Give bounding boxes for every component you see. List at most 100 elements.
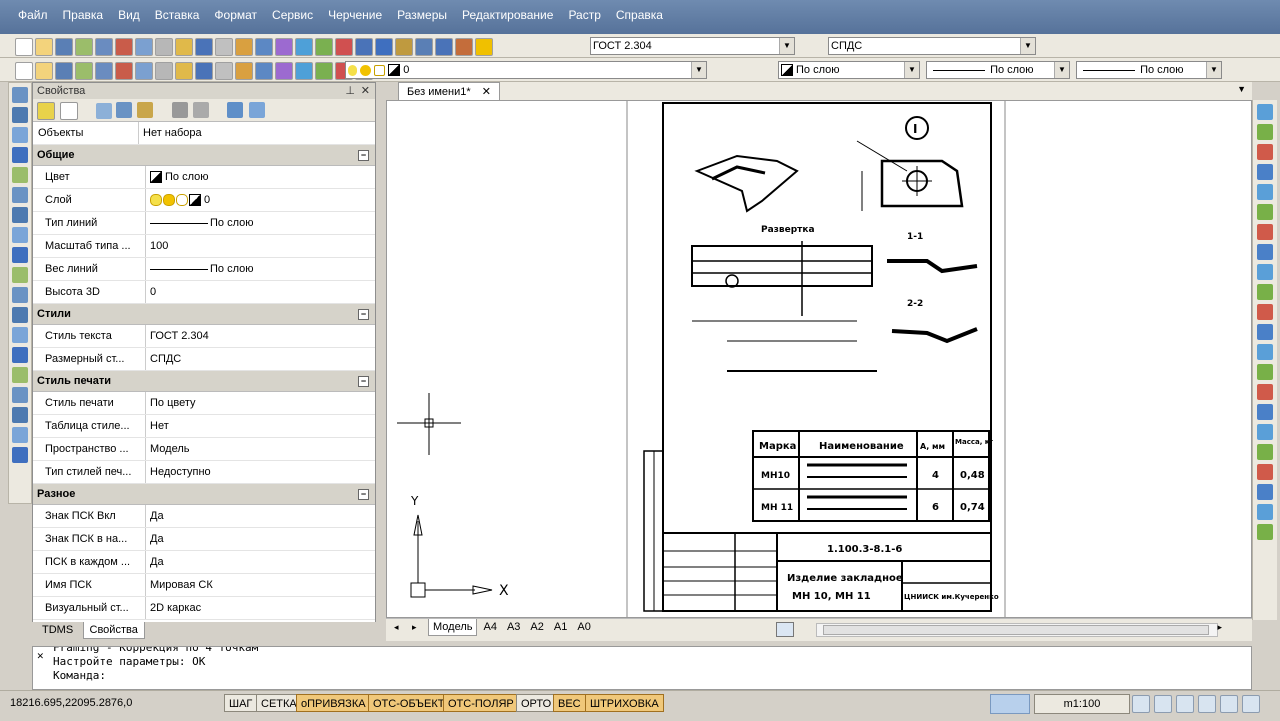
scroll-first-icon[interactable]: ◂: [394, 622, 399, 633]
property-value[interactable]: Да: [146, 528, 375, 550]
toolbar-tool-2-icon[interactable]: [55, 38, 73, 56]
property-row[interactable]: Знак ПСК в на... Да: [33, 528, 375, 551]
property-row[interactable]: Цвет По слою: [33, 166, 375, 189]
toolbar-tool-18-icon[interactable]: [375, 38, 393, 56]
status-toggle-2[interactable]: оПРИВЯЗКА: [296, 694, 371, 712]
menu-item-7[interactable]: Размеры: [397, 8, 447, 22]
property-row[interactable]: Слой 0: [33, 189, 375, 212]
layout-tab-2[interactable]: А3: [503, 619, 524, 635]
tab-properties[interactable]: Свойства: [82, 622, 145, 639]
layout-tab-3[interactable]: А2: [526, 619, 547, 635]
draw-tool-7-icon[interactable]: [12, 227, 28, 243]
property-row[interactable]: Стиль текста ГОСТ 2.304: [33, 325, 375, 348]
toolbar-tool-13-icon[interactable]: [275, 38, 293, 56]
modify-tool-9-icon[interactable]: [1257, 284, 1273, 300]
close-icon[interactable]: ✕: [482, 86, 491, 98]
modify-tool-14-icon[interactable]: [1257, 384, 1273, 400]
property-value[interactable]: Модель: [146, 438, 375, 460]
collapse-icon[interactable]: −: [358, 376, 369, 387]
status-toggle-3[interactable]: ОТС-ОБЪЕКТ: [368, 694, 450, 712]
color-combo[interactable]: По слою ▼: [778, 61, 920, 79]
toolbar-tool-9-icon[interactable]: [195, 38, 213, 56]
toolbar-tool-8-icon[interactable]: [175, 38, 193, 56]
property-value[interactable]: По слою: [146, 258, 375, 280]
chevron-down-icon[interactable]: ▼: [904, 62, 919, 78]
toggle-pickadd-icon[interactable]: [37, 102, 55, 120]
modify-tool-13-icon[interactable]: [1257, 364, 1273, 380]
model-space-icon[interactable]: [990, 694, 1030, 714]
toolbar-tool-0-icon[interactable]: [15, 38, 33, 56]
command-prompt[interactable]: Команда:: [53, 669, 1251, 683]
toolbar2-tool-13-icon[interactable]: [275, 62, 293, 80]
status-toggle-4[interactable]: ОТС-ПОЛЯР: [443, 694, 519, 712]
property-row[interactable]: ПСК в каждом ... Да: [33, 551, 375, 574]
close-icon[interactable]: ✕: [37, 649, 44, 663]
modify-tool-21-icon[interactable]: [1257, 524, 1273, 540]
zoom-window-icon[interactable]: [1176, 695, 1194, 713]
property-row[interactable]: Размерный ст... СПДС: [33, 348, 375, 371]
dim-style-combo[interactable]: СПДС ▼: [828, 37, 1036, 55]
toolbar2-tool-7-icon[interactable]: [155, 62, 173, 80]
toolbar2-tool-6-icon[interactable]: [135, 62, 153, 80]
menu-item-3[interactable]: Вставка: [155, 8, 200, 22]
toolbar-tool-12-icon[interactable]: [255, 38, 273, 56]
zoom-icon[interactable]: [1154, 695, 1172, 713]
funnel-icon[interactable]: [137, 101, 154, 118]
menu-item-1[interactable]: Правка: [63, 8, 104, 22]
draw-tool-0-icon[interactable]: [12, 87, 28, 103]
section-header-3[interactable]: Разное −: [33, 484, 375, 505]
collapse-icon[interactable]: −: [358, 489, 369, 500]
grid-view-icon[interactable]: [227, 101, 244, 118]
layer-combo[interactable]: 0 ▼: [345, 61, 707, 79]
layout-tab-5[interactable]: А0: [573, 619, 594, 635]
status-toggle-5[interactable]: ОРТО: [516, 694, 557, 712]
toolbar-tool-20-icon[interactable]: [415, 38, 433, 56]
settings-icon[interactable]: [1242, 695, 1260, 713]
toolbar2-tool-15-icon[interactable]: [315, 62, 333, 80]
property-value[interactable]: ГОСТ 2.304: [146, 325, 375, 347]
property-value[interactable]: 100: [146, 235, 375, 257]
scale-selector[interactable]: m1:100: [1034, 694, 1130, 714]
toolbar-tool-10-icon[interactable]: [215, 38, 233, 56]
property-row[interactable]: Визуальный ст... 2D каркас: [33, 597, 375, 620]
toolbar2-tool-1-icon[interactable]: [35, 62, 53, 80]
toolbar2-tool-2-icon[interactable]: [55, 62, 73, 80]
menu-item-6[interactable]: Черчение: [328, 8, 382, 22]
layout-tab-1[interactable]: А4: [479, 619, 500, 635]
property-row[interactable]: Высота 3D 0: [33, 281, 375, 304]
toolbar2-tool-11-icon[interactable]: [235, 62, 253, 80]
modify-tool-15-icon[interactable]: [1257, 404, 1273, 420]
section-header-1[interactable]: Стили −: [33, 304, 375, 325]
draw-tool-12-icon[interactable]: [12, 327, 28, 343]
draw-tool-2-icon[interactable]: [12, 127, 28, 143]
property-value[interactable]: Нет: [146, 415, 375, 437]
draw-tool-6-icon[interactable]: [12, 207, 28, 223]
chevron-down-icon[interactable]: ▼: [1237, 84, 1246, 94]
property-row[interactable]: Вес линий По слою: [33, 258, 375, 281]
property-row[interactable]: Пространство ... Модель: [33, 438, 375, 461]
scroll-next-icon[interactable]: ▸: [412, 622, 417, 633]
tab-tdms[interactable]: TDMS: [36, 622, 79, 638]
property-row[interactable]: Знак ПСК Вкл Да: [33, 505, 375, 528]
select-objects-icon[interactable]: [60, 102, 79, 120]
modify-tool-12-icon[interactable]: [1257, 344, 1273, 360]
status-toggle-7[interactable]: ШТРИХОВКА: [585, 694, 664, 712]
draw-tool-15-icon[interactable]: [12, 387, 28, 403]
toolbar2-tool-3-icon[interactable]: [75, 62, 93, 80]
toolbar-tool-4-icon[interactable]: [95, 38, 113, 56]
draw-tool-9-icon[interactable]: [12, 267, 28, 283]
collapse-icon[interactable]: −: [358, 309, 369, 320]
draw-tool-8-icon[interactable]: [12, 247, 28, 263]
chevron-down-icon[interactable]: ▼: [1020, 38, 1035, 54]
draw-tool-1-icon[interactable]: [12, 107, 28, 123]
status-toggle-1[interactable]: СЕТКА: [256, 694, 302, 712]
text-style-combo[interactable]: ГОСТ 2.304 ▼: [590, 37, 795, 55]
chevron-down-icon[interactable]: ▼: [1054, 62, 1069, 78]
linetype-combo[interactable]: По слою ▼: [926, 61, 1070, 79]
toolbar2-tool-12-icon[interactable]: [255, 62, 273, 80]
close-icon[interactable]: ✕: [361, 83, 370, 99]
horizontal-scrollbar[interactable]: [816, 623, 1218, 637]
toolbar-tool-6-icon[interactable]: [135, 38, 153, 56]
draw-tool-17-icon[interactable]: [12, 427, 28, 443]
toolbar-tool-1-icon[interactable]: [35, 38, 53, 56]
